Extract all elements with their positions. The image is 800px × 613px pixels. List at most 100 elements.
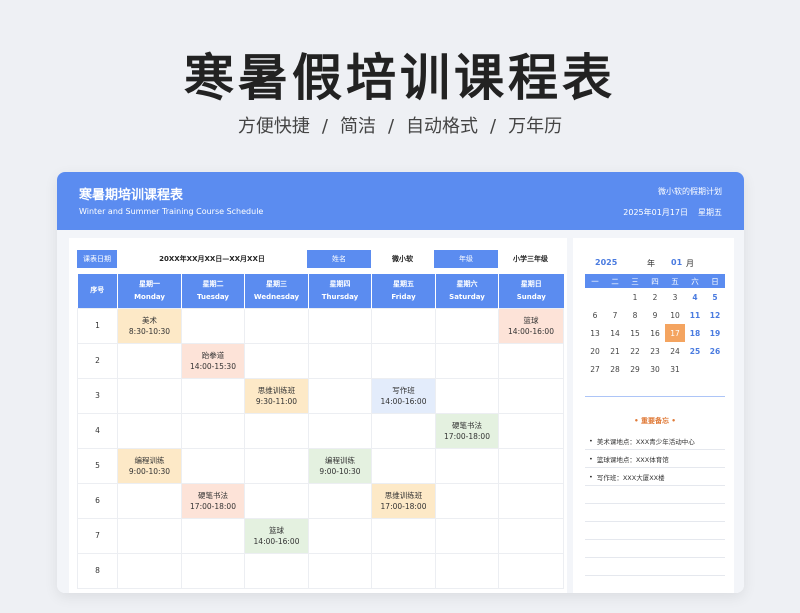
schedule-cell[interactable] [435,552,499,589]
calendar-day[interactable]: 13 [585,324,605,342]
schedule-cell[interactable]: 编程训练 9:00-10:30 [308,447,372,484]
calendar-day[interactable]: 18 [685,324,705,342]
schedule-cell[interactable] [308,377,372,414]
schedule-cell[interactable] [117,412,182,449]
schedule-cell[interactable] [498,552,564,589]
calendar-day[interactable]: 15 [625,324,645,342]
calendar-day[interactable]: 29 [625,360,645,378]
calendar-month[interactable]: 01 [671,258,682,267]
schedule-cell[interactable] [371,517,436,554]
schedule-cell[interactable] [498,447,564,484]
calendar-day[interactable]: 26 [705,342,725,360]
calendar-day[interactable]: 9 [645,306,665,324]
memo-item[interactable]: • 写作班：XXX大厦XX楼 [585,468,725,486]
schedule-cell[interactable] [371,552,436,589]
memo-item[interactable] [585,540,725,558]
calendar-day[interactable]: 7 [605,306,625,324]
calendar-day[interactable]: 27 [585,360,605,378]
schedule-cell[interactable] [308,412,372,449]
memo-item[interactable]: • 篮球课地点：XXX体育馆 [585,450,725,468]
calendar-day[interactable]: 31 [665,360,685,378]
schedule-cell[interactable]: 硬笔书法 17:00-18:00 [435,412,499,449]
schedule-cell[interactable] [435,342,499,379]
memo-item[interactable]: • 美术课地点：XXX青少年活动中心 [585,432,725,450]
memo-item[interactable] [585,522,725,540]
schedule-cell[interactable] [244,447,309,484]
calendar-day[interactable]: 22 [625,342,645,360]
calendar-day[interactable]: 4 [685,288,705,306]
memo-item[interactable] [585,486,725,504]
schedule-cell[interactable] [181,307,245,344]
calendar-day[interactable]: 1 [625,288,645,306]
calendar-day[interactable]: 20 [585,342,605,360]
schedule-cell[interactable]: 编程训练 9:00-10:30 [117,447,182,484]
schedule-cell[interactable]: 美术 8:30-10:30 [117,307,182,344]
calendar-day[interactable]: 3 [665,288,685,306]
schedule-cell[interactable] [308,517,372,554]
calendar-day[interactable]: 10 [665,306,685,324]
schedule-cell[interactable] [308,482,372,519]
schedule-cell[interactable] [498,342,564,379]
calendar-year[interactable]: 2025 [595,258,617,267]
schedule-cell[interactable]: 思维训练班 9:30-11:00 [244,377,309,414]
calendar-day[interactable]: 12 [705,306,725,324]
schedule-cell[interactable] [371,447,436,484]
schedule-cell[interactable]: 写作班 14:00-16:00 [371,377,436,414]
calendar-day[interactable]: 14 [605,324,625,342]
schedule-cell[interactable] [244,307,309,344]
schedule-cell[interactable] [498,482,564,519]
schedule-cell[interactable]: 篮球 14:00-16:00 [244,517,309,554]
schedule-cell[interactable] [371,412,436,449]
schedule-cell[interactable] [498,377,564,414]
calendar-day[interactable]: 5 [705,288,725,306]
calendar-day[interactable]: 19 [705,324,725,342]
calendar-day[interactable]: 25 [685,342,705,360]
schedule-cell[interactable] [435,517,499,554]
schedule-cell[interactable] [498,517,564,554]
schedule-cell[interactable] [498,412,564,449]
schedule-cell[interactable] [181,517,245,554]
calendar-day[interactable]: 17 [665,324,685,342]
calendar-day[interactable]: 24 [665,342,685,360]
schedule-cell[interactable] [371,342,436,379]
calendar-day[interactable]: 16 [645,324,665,342]
calendar-day[interactable]: 21 [605,342,625,360]
memo-item[interactable] [585,558,725,576]
grade-field[interactable]: 小学三年级 [498,250,563,268]
schedule-cell[interactable]: 思维训练班 17:00-18:00 [371,482,436,519]
schedule-cell[interactable] [117,517,182,554]
schedule-cell[interactable] [244,412,309,449]
schedule-cell[interactable] [181,447,245,484]
name-field[interactable]: 微小软 [371,250,434,268]
memo-item[interactable] [585,576,725,593]
schedule-cell[interactable] [371,307,436,344]
schedule-cell[interactable] [181,377,245,414]
schedule-cell[interactable] [308,342,372,379]
calendar-day[interactable]: 11 [685,306,705,324]
schedule-cell[interactable] [117,377,182,414]
schedule-cell[interactable] [435,377,499,414]
schedule-cell[interactable] [244,482,309,519]
schedule-cell[interactable] [435,482,499,519]
calendar-day[interactable]: 30 [645,360,665,378]
schedule-cell[interactable]: 跆拳道 14:00-15:30 [181,342,245,379]
schedule-cell[interactable]: 篮球 14:00-16:00 [498,307,564,344]
schedule-cell[interactable] [308,307,372,344]
schedule-cell[interactable] [181,412,245,449]
schedule-cell[interactable] [244,342,309,379]
calendar-day[interactable]: 2 [645,288,665,306]
memo-item[interactable] [585,504,725,522]
schedule-cell[interactable] [244,552,309,589]
schedule-cell[interactable]: 硬笔书法 17:00-18:00 [181,482,245,519]
date-range-field[interactable]: 20XX年XX月XX日—XX月XX日 [117,250,307,268]
calendar-day[interactable]: 23 [645,342,665,360]
calendar-day[interactable]: 8 [625,306,645,324]
schedule-cell[interactable] [117,552,182,589]
schedule-cell[interactable] [308,552,372,589]
schedule-cell[interactable] [435,447,499,484]
schedule-cell[interactable] [181,552,245,589]
calendar-day[interactable]: 6 [585,306,605,324]
calendar-day[interactable]: 28 [605,360,625,378]
schedule-cell[interactable] [435,307,499,344]
schedule-cell[interactable] [117,482,182,519]
